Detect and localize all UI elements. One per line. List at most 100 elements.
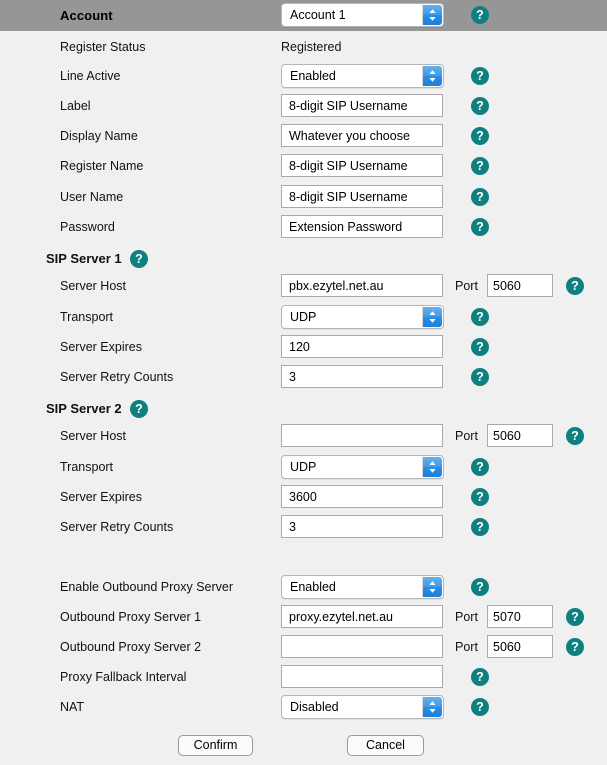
account-header-band: Account Account 1 ?	[0, 0, 607, 31]
help-icon-register-name[interactable]: ?	[471, 157, 489, 175]
label-outbound-proxy-1: Outbound Proxy Server 1	[60, 610, 202, 624]
help-icon-user-name[interactable]: ?	[471, 188, 489, 206]
outbound-proxy-1-port-input[interactable]	[487, 605, 553, 628]
row-proxy-fallback-interval: Proxy Fallback Interval ?	[0, 663, 607, 693]
help-icon-display-name[interactable]: ?	[471, 127, 489, 145]
chevron-updown-icon[interactable]	[422, 307, 442, 327]
row-sip2-server-expires: Server Expires ?	[0, 483, 607, 513]
sip1-server-retry-counts-input[interactable]	[281, 365, 443, 388]
sip1-port-input[interactable]	[487, 274, 553, 297]
sip1-server-expires-input[interactable]	[281, 335, 443, 358]
row-nat: NAT Disabled ?	[0, 693, 607, 723]
user-name-input[interactable]	[281, 185, 443, 208]
cancel-button[interactable]: Cancel	[347, 735, 424, 756]
sip1-transport-value: UDP	[290, 310, 317, 324]
help-icon-outbound-proxy-2[interactable]: ?	[566, 638, 584, 656]
line-active-value: Enabled	[290, 69, 336, 83]
label-sip1-transport: Transport	[60, 310, 114, 324]
row-outbound-proxy-2: Outbound Proxy Server 2 Port ?	[0, 633, 607, 663]
chevron-updown-icon[interactable]	[422, 66, 442, 86]
password-input[interactable]	[281, 215, 443, 238]
row-enable-outbound-proxy: Enable Outbound Proxy Server Enabled ?	[0, 573, 607, 603]
chevron-updown-icon[interactable]	[422, 457, 442, 477]
sip1-transport-select[interactable]: UDP	[281, 305, 444, 329]
sip2-transport-select[interactable]: UDP	[281, 455, 444, 479]
outbound-proxy-1-input[interactable]	[281, 605, 443, 628]
sip2-server-host-input[interactable]	[281, 424, 443, 447]
help-icon-sip1-transport[interactable]: ?	[471, 308, 489, 326]
sip2-transport-value: UDP	[290, 460, 317, 474]
section-title-sip-server-1: SIP Server 1 ?	[0, 244, 607, 274]
help-icon-sip1-server-host[interactable]: ?	[566, 277, 584, 295]
help-icon-enable-outbound-proxy[interactable]: ?	[471, 578, 489, 596]
sip1-server-host-input[interactable]	[281, 274, 443, 297]
row-user-name: User Name ?	[0, 183, 607, 213]
help-icon-outbound-proxy-1[interactable]: ?	[566, 608, 584, 626]
section-title-sip-server-2: SIP Server 2 ?	[0, 394, 607, 424]
help-icon-sip-server-1[interactable]: ?	[130, 250, 148, 268]
help-icon-nat[interactable]: ?	[471, 698, 489, 716]
help-icon-sip2-server-host[interactable]: ?	[566, 427, 584, 445]
account-select-value: Account 1	[290, 8, 346, 22]
enable-outbound-proxy-value: Enabled	[290, 580, 336, 594]
help-icon-sip2-transport[interactable]: ?	[471, 458, 489, 476]
enable-outbound-proxy-select[interactable]: Enabled	[281, 575, 444, 599]
page-title: Account	[60, 8, 113, 23]
label-sip1-server-host: Server Host	[60, 279, 126, 293]
label-sip1-port: Port	[455, 279, 478, 293]
row-line-active: Line Active Enabled ?	[0, 62, 607, 92]
row-label: Label ?	[0, 92, 607, 122]
line-active-select[interactable]: Enabled	[281, 64, 444, 88]
row-sip2-server-retry-counts: Server Retry Counts ?	[0, 513, 607, 543]
label-display-name: Display Name	[60, 129, 138, 143]
help-icon-sip2-server-expires[interactable]: ?	[471, 488, 489, 506]
help-icon-sip1-server-retry-counts[interactable]: ?	[471, 368, 489, 386]
label-enable-outbound-proxy: Enable Outbound Proxy Server	[60, 580, 234, 594]
help-icon-sip1-server-expires[interactable]: ?	[471, 338, 489, 356]
label-sip1-server-retry-counts: Server Retry Counts	[60, 370, 174, 384]
outbound-proxy-2-input[interactable]	[281, 635, 443, 658]
label-line-active: Line Active	[60, 69, 121, 83]
chevron-updown-icon[interactable]	[422, 697, 442, 717]
help-icon-line-active[interactable]: ?	[471, 67, 489, 85]
help-icon-sip-server-2[interactable]: ?	[130, 400, 148, 418]
confirm-button[interactable]: Confirm	[178, 735, 253, 756]
help-icon-proxy-fallback-interval[interactable]: ?	[471, 668, 489, 686]
row-register-status: Register Status Registered	[0, 33, 607, 63]
sip2-server-retry-counts-input[interactable]	[281, 515, 443, 538]
register-name-input[interactable]	[281, 154, 443, 177]
nat-value: Disabled	[290, 700, 339, 714]
help-icon-label[interactable]: ?	[471, 97, 489, 115]
chevron-updown-icon[interactable]	[422, 5, 442, 25]
sip-server-2-title: SIP Server 2	[46, 401, 122, 416]
nat-select[interactable]: Disabled	[281, 695, 444, 719]
label-register-name: Register Name	[60, 159, 144, 173]
help-icon-account[interactable]: ?	[471, 6, 489, 24]
label-proxy-fallback-interval: Proxy Fallback Interval	[60, 670, 187, 684]
label-password: Password	[60, 220, 115, 234]
row-sip2-server-host: Server Host Port ?	[0, 422, 607, 452]
label-label: Label	[60, 99, 91, 113]
account-select[interactable]: Account 1	[281, 3, 444, 27]
label-input[interactable]	[281, 94, 443, 117]
sip2-port-input[interactable]	[487, 424, 553, 447]
row-sip1-server-expires: Server Expires ?	[0, 333, 607, 363]
row-sip1-server-host: Server Host Port ?	[0, 272, 607, 302]
label-sip2-transport: Transport	[60, 460, 114, 474]
row-sip2-transport: Transport UDP ?	[0, 453, 607, 483]
label-nat: NAT	[60, 700, 85, 714]
value-register-status: Registered	[281, 40, 342, 54]
chevron-updown-icon[interactable]	[422, 577, 442, 597]
label-sip1-server-expires: Server Expires	[60, 340, 142, 354]
row-register-name: Register Name ?	[0, 152, 607, 182]
sip2-server-expires-input[interactable]	[281, 485, 443, 508]
proxy-fallback-interval-input[interactable]	[281, 665, 443, 688]
sip-server-1-title: SIP Server 1	[46, 251, 122, 266]
label-sip2-port: Port	[455, 429, 478, 443]
display-name-input[interactable]	[281, 124, 443, 147]
outbound-proxy-2-port-input[interactable]	[487, 635, 553, 658]
sip-account-settings-page: Account Account 1 ? Register Status Regi…	[0, 0, 607, 765]
help-icon-sip2-server-retry-counts[interactable]: ?	[471, 518, 489, 536]
label-sip2-server-host: Server Host	[60, 429, 126, 443]
help-icon-password[interactable]: ?	[471, 218, 489, 236]
